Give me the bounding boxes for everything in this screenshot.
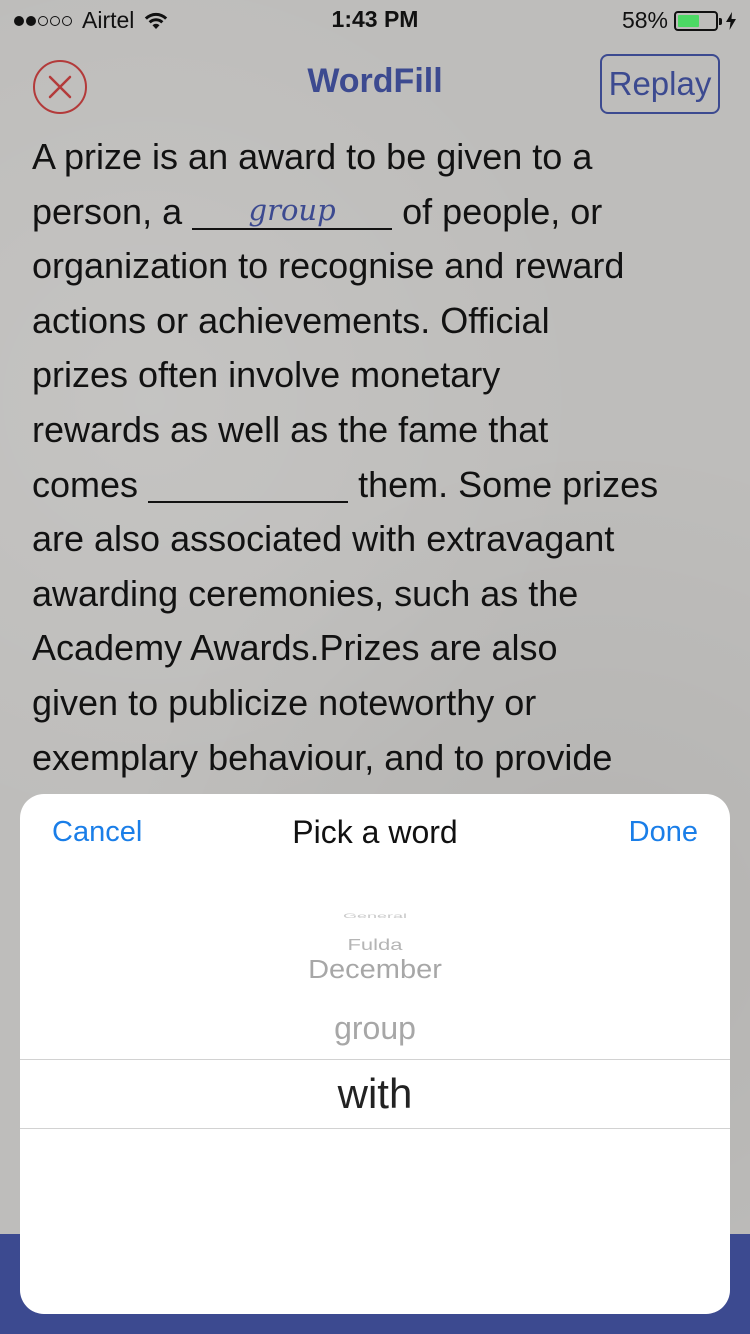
battery-tip: [719, 17, 722, 25]
passage-line: are also associated with extravagant: [32, 518, 615, 560]
passage-fragment: person, a: [32, 190, 183, 232]
passage-line: exemplary behaviour, and to provide: [32, 736, 613, 778]
passage-line: comes them. Some prizes: [32, 458, 732, 513]
passage-fragment: comes: [32, 463, 139, 505]
picker-option[interactable]: group: [20, 1008, 730, 1048]
status-right: 58%: [622, 7, 736, 34]
word-blank-1[interactable]: group: [192, 190, 393, 230]
passage-line: A prize is an award to be given to a: [32, 136, 593, 177]
replay-button[interactable]: Replay: [600, 54, 720, 114]
picker-title: Pick a word: [292, 814, 458, 850]
passage-text: A prize is an award to be given to a per…: [32, 130, 732, 785]
battery-level-fill: [678, 14, 699, 27]
passage-line: given to publicize noteworthy or: [32, 681, 537, 723]
passage-line: person, a group of people, or: [32, 185, 732, 240]
picker-option[interactable]: December: [20, 952, 730, 988]
word-picker-wheel[interactable]: General Fulda December group with: [20, 878, 730, 1314]
picker-selected-option[interactable]: with: [20, 1070, 730, 1118]
passage-line: awarding ceremonies, such as the: [32, 572, 579, 614]
battery-icon: [674, 10, 722, 31]
done-button[interactable]: Done: [629, 816, 698, 849]
battery-percent: 58%: [621, 7, 668, 33]
passage-line: actions or achievements. Official: [32, 299, 550, 341]
passage-fragment: them. Some prizes: [358, 463, 659, 505]
word-picker-sheet: Cancel Pick a word Done General Fulda De…: [20, 794, 730, 1314]
bolt-icon: [726, 11, 736, 30]
picker-toolbar: Cancel Pick a word Done: [20, 794, 730, 878]
status-bar: Airtel 1:43 PM 58%: [0, 0, 750, 40]
picker-selection-band: with: [20, 1059, 730, 1129]
screen: Airtel 1:43 PM 58% WordFill Replay A pri…: [0, 0, 750, 1334]
passage-fragment: of people, or: [402, 190, 603, 232]
passage-line: prizes often involve monetary: [32, 354, 501, 396]
picker-option[interactable]: General: [20, 913, 730, 920]
passage-line: Academy Awards.Prizes are also: [32, 627, 558, 669]
passage-line: organization to recognise and reward: [32, 245, 625, 287]
word-blank-2[interactable]: [148, 463, 349, 503]
passage-line: rewards as well as the fame that: [32, 408, 549, 450]
filled-word: group: [248, 192, 336, 227]
